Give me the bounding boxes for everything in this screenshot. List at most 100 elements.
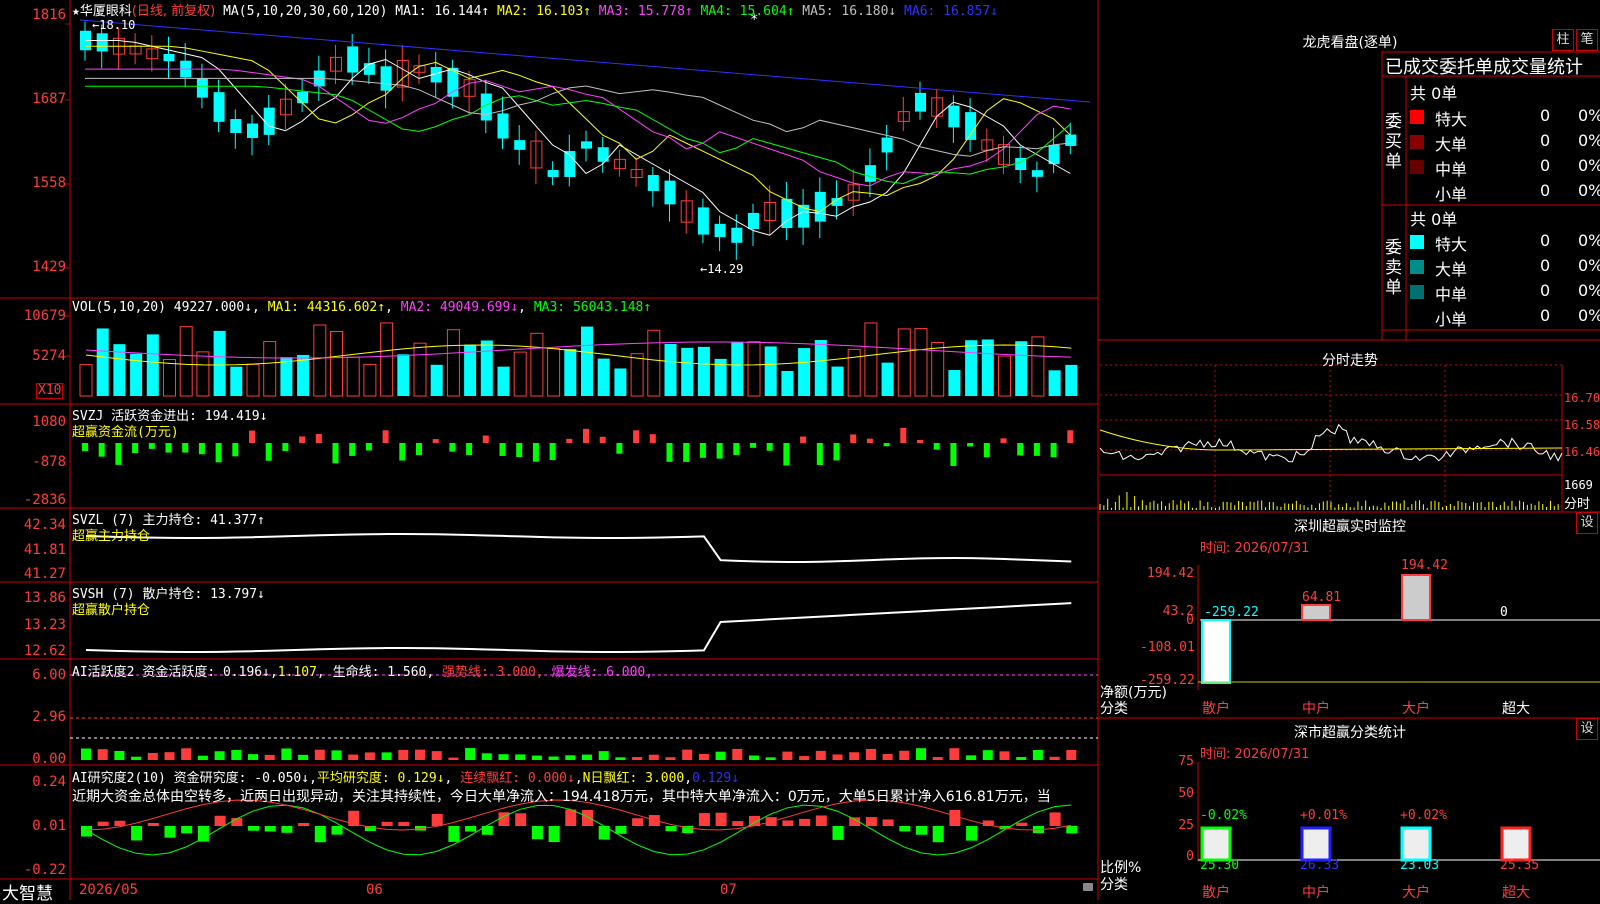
fund-flow-bar	[532, 443, 539, 462]
sell-row-count: 0	[1540, 306, 1551, 325]
lock-icon[interactable]	[1083, 883, 1093, 891]
fund-flow-bar	[1050, 443, 1057, 458]
sell-row-count: 0	[1540, 281, 1551, 300]
research-bar	[615, 826, 627, 834]
monitor-bar	[1301, 603, 1331, 621]
buy-row-count: 0	[1540, 106, 1551, 125]
volume-bar-down	[581, 326, 593, 396]
svsh-y-label: 12.62	[23, 643, 66, 659]
volume-bar-up	[647, 329, 661, 397]
class-bar	[1300, 826, 1332, 862]
ai-active-strong: 强势线: 3.000	[442, 665, 536, 680]
candle-down	[514, 140, 526, 150]
research-bar	[147, 822, 159, 826]
activity-bar	[364, 752, 375, 760]
candle-down	[731, 227, 743, 243]
high-price-label: ←18.10	[92, 18, 136, 32]
research-bar	[181, 826, 193, 834]
fund-flow-bar	[399, 443, 406, 461]
favorite-star-icon[interactable]: ★	[72, 4, 80, 19]
research-bar	[81, 826, 92, 837]
fund-flow-bar	[165, 443, 172, 453]
vol-ma1: MA1: 44316.602↑	[267, 300, 386, 315]
class-bar-value: 25.30	[1200, 858, 1240, 873]
fund-flow-bar	[649, 434, 656, 443]
activity-bar	[1066, 749, 1077, 760]
activity-bar	[1016, 757, 1027, 760]
sell-m-swatch	[1410, 285, 1424, 299]
volume-bar-down	[597, 358, 610, 396]
monitor-time: 时间: 2026/07/31	[1200, 541, 1310, 556]
research-bar	[298, 822, 310, 826]
order-stats-tabs[interactable]: 已成交委托单成交量统计	[1385, 53, 1600, 79]
buy-row-count: 0	[1540, 131, 1551, 150]
monitor-cat-label: 散户	[1202, 701, 1230, 717]
vol-value: 49227.000↓	[173, 300, 253, 315]
volume-bar-down	[965, 340, 978, 396]
ai-research-header: AI研究度2(10) 资金研究度: -0.050↓,平均研究度: 0.129↓,…	[72, 771, 740, 786]
activity-bar	[765, 757, 776, 760]
activity-bar	[465, 748, 476, 760]
monitor-settings-button[interactable]: 设	[1576, 512, 1598, 534]
activity-bar	[181, 748, 192, 760]
volume-bar-up	[363, 363, 377, 397]
candle-down	[748, 212, 759, 230]
fund-flow-bar	[816, 443, 823, 465]
fund-flow-bar	[683, 443, 690, 462]
dragon-panel-title: 龙虎看盘(逐单)	[1302, 35, 1398, 51]
fund-flow-bar	[148, 443, 155, 449]
sell-row-label: 大单	[1435, 260, 1468, 279]
fund-flow-bar	[599, 436, 606, 443]
research-bar	[782, 820, 794, 826]
activity-bar	[565, 755, 576, 760]
activity-bar	[448, 757, 459, 760]
candle-down	[697, 207, 709, 235]
activity-bar	[431, 751, 442, 760]
research-bar	[582, 809, 593, 826]
fund-flow-bar	[883, 443, 890, 447]
volume-bar-down	[297, 354, 310, 396]
research-bar	[732, 821, 744, 826]
candle-down	[915, 92, 926, 112]
sell-side-label: 委卖单	[1385, 238, 1402, 298]
research-bar	[665, 826, 677, 832]
chart-canvas[interactable]	[0, 0, 1600, 900]
date-label: 06	[366, 882, 383, 898]
volume-bar-down	[497, 366, 510, 396]
kline-y-label: 1687	[32, 91, 66, 107]
research-bar	[966, 826, 978, 841]
date-label: 07	[720, 882, 737, 898]
fund-flow-bar	[950, 443, 957, 466]
buy-xl-swatch	[1410, 110, 1424, 124]
intraday-avg-line	[1099, 429, 1563, 451]
svzl-y-label: 42.34	[23, 517, 66, 533]
volume-bar-up	[79, 364, 93, 397]
retail-position-line	[85, 602, 1072, 653]
research-bar	[832, 826, 844, 840]
class-category-title: 分类	[1100, 877, 1128, 893]
ai-research-avg: 平均研究度: 0.129↓	[316, 771, 445, 786]
research-bar	[398, 822, 410, 826]
research-bar	[164, 826, 176, 838]
monitor-y-label: 0	[1186, 613, 1194, 628]
class-settings-button[interactable]: 设	[1576, 718, 1598, 740]
ma6-value: MA6: 16.857↓	[904, 4, 998, 19]
sell-row-pct: 0%	[1578, 231, 1600, 250]
tick-view-button[interactable]: 笔	[1576, 29, 1598, 51]
fund-flow-bar	[900, 427, 907, 443]
activity-bar	[849, 752, 860, 760]
volume-bar-up	[196, 351, 210, 397]
research-bar	[632, 818, 644, 826]
buy-row-label: 中单	[1435, 160, 1468, 179]
ai-active-burst: 爆发线: 6.000	[551, 665, 646, 680]
column-view-button[interactable]: 柱	[1552, 29, 1574, 51]
activity-bar	[632, 757, 643, 760]
volume-bar-down	[230, 366, 243, 396]
fund-flow-bar	[299, 436, 306, 443]
vol-ma3: MA3: 56043.148↑	[533, 300, 652, 315]
class-bar-change: +0.01%	[1300, 808, 1347, 823]
vol-ma2-line	[85, 341, 1072, 359]
svzj-y-label: -2836	[23, 492, 66, 508]
research-bar	[465, 826, 477, 832]
candle-down	[814, 191, 826, 222]
